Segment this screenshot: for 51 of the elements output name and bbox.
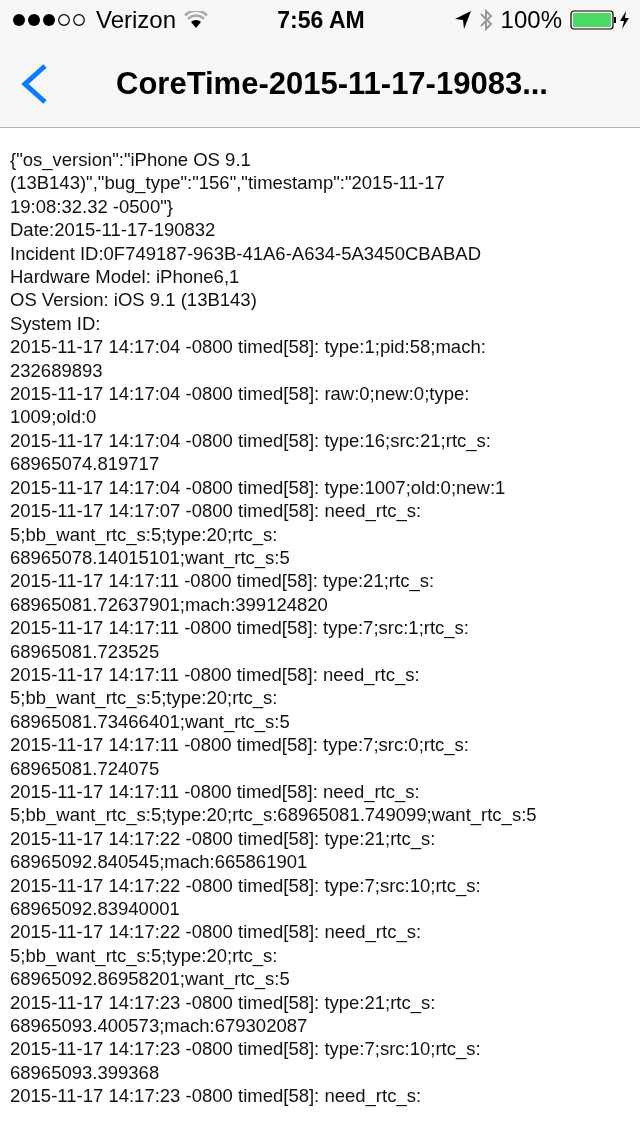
log-line: 232689893: [10, 358, 103, 383]
log-line: 19:08:32.32 -0500"}: [10, 194, 173, 219]
log-line: 2015-11-17 14:17:04 -0800 timed[58]: type:16;src:21;rtc_s:: [10, 428, 491, 453]
log-line: 68965092.840545;mach:665861901: [10, 850, 308, 874]
log-line: 2015-11-17 14:17:22 -0800 timed[58]: type:21;rtc_s:: [10, 826, 436, 851]
back-chevron-icon: [20, 62, 48, 105]
log-line: Hardware Model: iPhone6,1: [10, 265, 240, 289]
log-line: 68965092.86958201;want_rtc_s:5: [10, 967, 290, 991]
log-line: OS Version: iOS 9.1 (13B143): [10, 288, 257, 312]
log-line: 2015-11-17 14:17:04 -0800 timed[58]: raw:0;new:0;type:: [10, 382, 470, 406]
log-line: 68965093.399368: [10, 1060, 160, 1085]
log-line: 2015-11-17 14:17:22 -0800 timed[58]: type:7;src:10;rtc_s:: [10, 873, 481, 897]
log-line: 68965081.723525: [10, 639, 160, 663]
log-line: 68965081.73466401;want_rtc_s:5: [10, 709, 290, 734]
log-line: (13B143)","bug_type":"156","timestamp":"2015-11-17: [10, 171, 445, 195]
log-line: 2015-11-17 14:17:11 -0800 timed[58]: need_rtc_s:: [10, 662, 420, 687]
log-line: 2015-11-17 14:17:23 -0800 timed[58]: type:7;src:10;rtc_s:: [10, 1037, 481, 1061]
clock-time: 7:56 AM: [277, 6, 365, 34]
log-line: System ID:: [10, 311, 101, 336]
log-line: 2015-11-17 14:17:22 -0800 timed[58]: need_rtc_s:: [10, 920, 422, 944]
log-line: 2015-11-17 14:17:07 -0800 timed[58]: need_rtc_s:: [10, 499, 422, 523]
log-line: 68965092.83940001: [10, 897, 180, 921]
log-line: 68965093.400573;mach:679302087: [10, 1014, 308, 1038]
log-line: Incident ID:0F749187-963B-41A6-A634-5A3450CBABAD: [10, 241, 482, 266]
carrier-name: Verizon: [96, 6, 177, 34]
log-line: 68965078.14015101;want_rtc_s:5: [10, 546, 290, 570]
log-line: 2015-11-17 14:17:11 -0800 timed[58]: type:21;rtc_s:: [10, 569, 435, 593]
log-line: 2015-11-17 14:17:11 -0800 timed[58]: type:7;src:1;rtc_s:: [10, 616, 469, 640]
log-line: 68965074.819717: [10, 452, 160, 476]
log-line: 2015-11-17 14:17:11 -0800 timed[58]: type:7;src:0;rtc_s:: [10, 733, 469, 757]
battery-charging-icon: [570, 10, 630, 30]
log-line: 68965081.724075: [10, 756, 160, 780]
log-line: 2015-11-17 14:17:23 -0800 timed[58]: need_rtc_s:: [10, 1084, 422, 1108]
log-line: 1009;old:0: [10, 405, 97, 429]
signal-icon: [12, 13, 88, 27]
log-line: Date:2015-11-17-190832: [10, 218, 216, 242]
log-line: 68965081.72637901;mach:399124820: [10, 592, 328, 617]
bluetooth-icon: [478, 8, 493, 32]
log-line: 2015-11-17 14:17:04 -0800 timed[58]: type:1;pid:58;mach:: [10, 335, 486, 359]
log-line: {"os_version":"iPhone OS 9.1: [10, 148, 251, 172]
log-line: 2015-11-17 14:17:11 -0800 timed[58]: need_rtc_s:: [10, 779, 420, 804]
log-line: 5;bb_want_rtc_s:5;type:20;rtc_s:: [10, 522, 278, 546]
log-line: 2015-11-17 14:17:04 -0800 timed[58]: type:1007;old:0;new:1: [10, 475, 506, 500]
battery-percent: 100%: [500, 6, 562, 34]
log-line: 2015-11-17 14:17:23 -0800 timed[58]: type:21;rtc_s:: [10, 990, 436, 1015]
log-line: 5;bb_want_rtc_s:5;type:20;rtc_s:: [10, 686, 278, 710]
location-arrow-icon: [454, 11, 471, 29]
navigation-title: CoreTime-2015-11-17-19083...: [116, 65, 548, 102]
log-line: 5;bb_want_rtc_s:5;type:20;rtc_s:68965081.749099;want_rtc_s:5: [10, 803, 537, 827]
wifi-icon: [184, 11, 209, 29]
log-line: 5;bb_want_rtc_s:5;type:20;rtc_s:: [10, 943, 278, 968]
